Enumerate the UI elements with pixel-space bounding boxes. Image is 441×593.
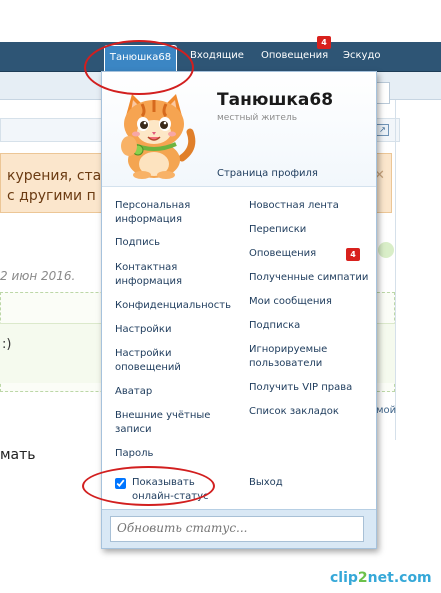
profile-user-title: местный житель	[217, 113, 298, 123]
menu-privacy[interactable]: Конфиденциальность	[115, 299, 235, 313]
menu-contact-info[interactable]: Контактная информация	[115, 261, 235, 289]
share-icon[interactable]	[378, 242, 394, 258]
menu-personal-info[interactable]: Персональная информация	[115, 199, 235, 227]
logout-link[interactable]: Выход	[249, 476, 374, 490]
alerts-count-badge: 4	[317, 36, 331, 49]
menu-ignored-users[interactable]: Игнорируемые пользователи	[249, 343, 374, 371]
page-top-strip	[0, 0, 441, 42]
status-update-area	[102, 509, 376, 548]
tab-username[interactable]: Танюшка68	[104, 45, 177, 72]
avatar[interactable]	[112, 88, 196, 180]
menu-signature[interactable]: Подпись	[115, 236, 235, 250]
menu-external-accounts[interactable]: Внешние учётные записи	[115, 409, 235, 437]
dropdown-header: Танюшка68 местный житель Страница профил…	[102, 72, 376, 187]
menu-my-posts[interactable]: Мои сообщения	[249, 295, 374, 309]
content-divider	[395, 100, 396, 440]
menu-get-vip[interactable]: Получить VIP права	[249, 381, 374, 395]
online-status-label[interactable]: Показывать онлайн-статус	[132, 476, 232, 504]
menu-conversations[interactable]: Переписки	[249, 223, 374, 237]
notice-text-line1: курения, ста	[7, 168, 102, 184]
tab-alerts[interactable]: Оповещения	[261, 50, 328, 68]
notice-text-line2: с другими п	[7, 188, 96, 204]
expand-icon[interactable]: ↗	[376, 124, 389, 136]
account-dropdown: Танюшка68 местный житель Страница профил…	[101, 71, 377, 549]
menu-likes-received[interactable]: Полученные симпатии	[249, 271, 374, 285]
menu-watched[interactable]: Подписка	[249, 319, 374, 333]
profile-username[interactable]: Танюшка68	[217, 90, 333, 110]
status-input[interactable]	[110, 516, 364, 542]
profile-page-link[interactable]: Страница профиля	[217, 168, 318, 179]
post-link-fragment[interactable]: мой	[376, 405, 396, 416]
menu-preferences[interactable]: Настройки	[115, 323, 235, 337]
menu-alert-preferences[interactable]: Настройки оповещений	[115, 347, 235, 375]
watermark-logo: clip2net.com	[330, 570, 432, 586]
menu-bookmarks[interactable]: Список закладок	[249, 405, 374, 419]
post-date: 2 июн 2016.	[0, 269, 76, 283]
post-smile: :)	[2, 337, 12, 352]
page-text-fragment: мать	[0, 447, 36, 463]
menu-alerts-badge: 4	[346, 248, 360, 261]
tab-escudo[interactable]: Эскудо	[343, 50, 380, 68]
menu-password[interactable]: Пароль	[115, 447, 235, 461]
online-status-checkbox[interactable]	[115, 478, 126, 489]
menu-avatar[interactable]: Аватар	[115, 385, 235, 399]
tab-inbox[interactable]: Входящие	[190, 50, 244, 68]
menu-news-feed[interactable]: Новостная лента	[249, 199, 374, 213]
